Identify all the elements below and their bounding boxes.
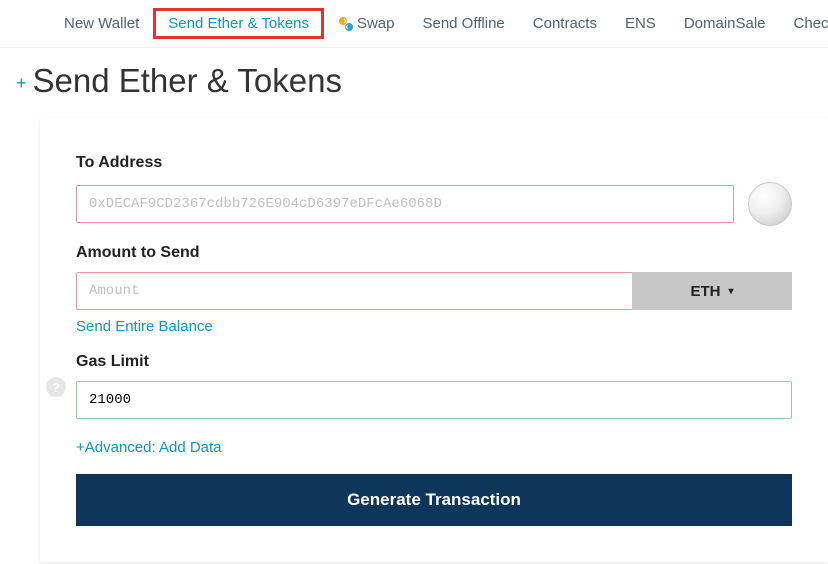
caret-down-icon: ▾ <box>728 286 733 297</box>
nav-swap-label: Swap <box>357 15 395 32</box>
generate-transaction-button[interactable]: Generate Transaction <box>76 474 792 526</box>
advanced-add-data-link[interactable]: +Advanced: Add Data <box>76 439 792 456</box>
currency-dropdown[interactable]: ETH ▾ <box>632 272 792 310</box>
amount-input[interactable] <box>76 272 632 310</box>
swap-icon <box>338 16 354 32</box>
send-entire-balance-link[interactable]: Send Entire Balance <box>76 318 213 335</box>
address-identicon <box>748 182 792 226</box>
nav-send-offline[interactable]: Send Offline <box>408 9 518 38</box>
send-form-card: To Address Amount to Send ETH ▾ Send Ent… <box>40 118 828 562</box>
nav-new-wallet[interactable]: New Wallet <box>50 9 153 38</box>
page-title-row: + Send Ether & Tokens <box>0 48 828 118</box>
nav-swap[interactable]: Swap <box>324 9 409 38</box>
help-icon[interactable]: ? <box>46 377 66 397</box>
nav-contracts[interactable]: Contracts <box>519 9 611 38</box>
to-address-group: To Address <box>76 154 792 226</box>
gas-limit-label: Gas Limit <box>76 353 792 371</box>
to-address-label: To Address <box>76 154 792 172</box>
amount-group: Amount to Send ETH ▾ Send Entire Balance <box>76 244 792 335</box>
amount-label: Amount to Send <box>76 244 792 262</box>
gas-group: ? Gas Limit <box>76 353 792 419</box>
plus-icon[interactable]: + <box>16 73 27 94</box>
to-address-input[interactable] <box>76 185 734 223</box>
top-nav: New Wallet Send Ether & Tokens Swap Send… <box>0 0 828 48</box>
currency-label: ETH <box>690 283 720 300</box>
nav-domainsale[interactable]: DomainSale <box>670 9 780 38</box>
nav-send-ether-tokens[interactable]: Send Ether & Tokens <box>153 8 324 39</box>
nav-ens[interactable]: ENS <box>611 9 670 38</box>
nav-check-tx[interactable]: Check TX Sta <box>780 9 828 38</box>
gas-limit-input[interactable] <box>76 381 792 419</box>
page-title: Send Ether & Tokens <box>33 62 342 100</box>
